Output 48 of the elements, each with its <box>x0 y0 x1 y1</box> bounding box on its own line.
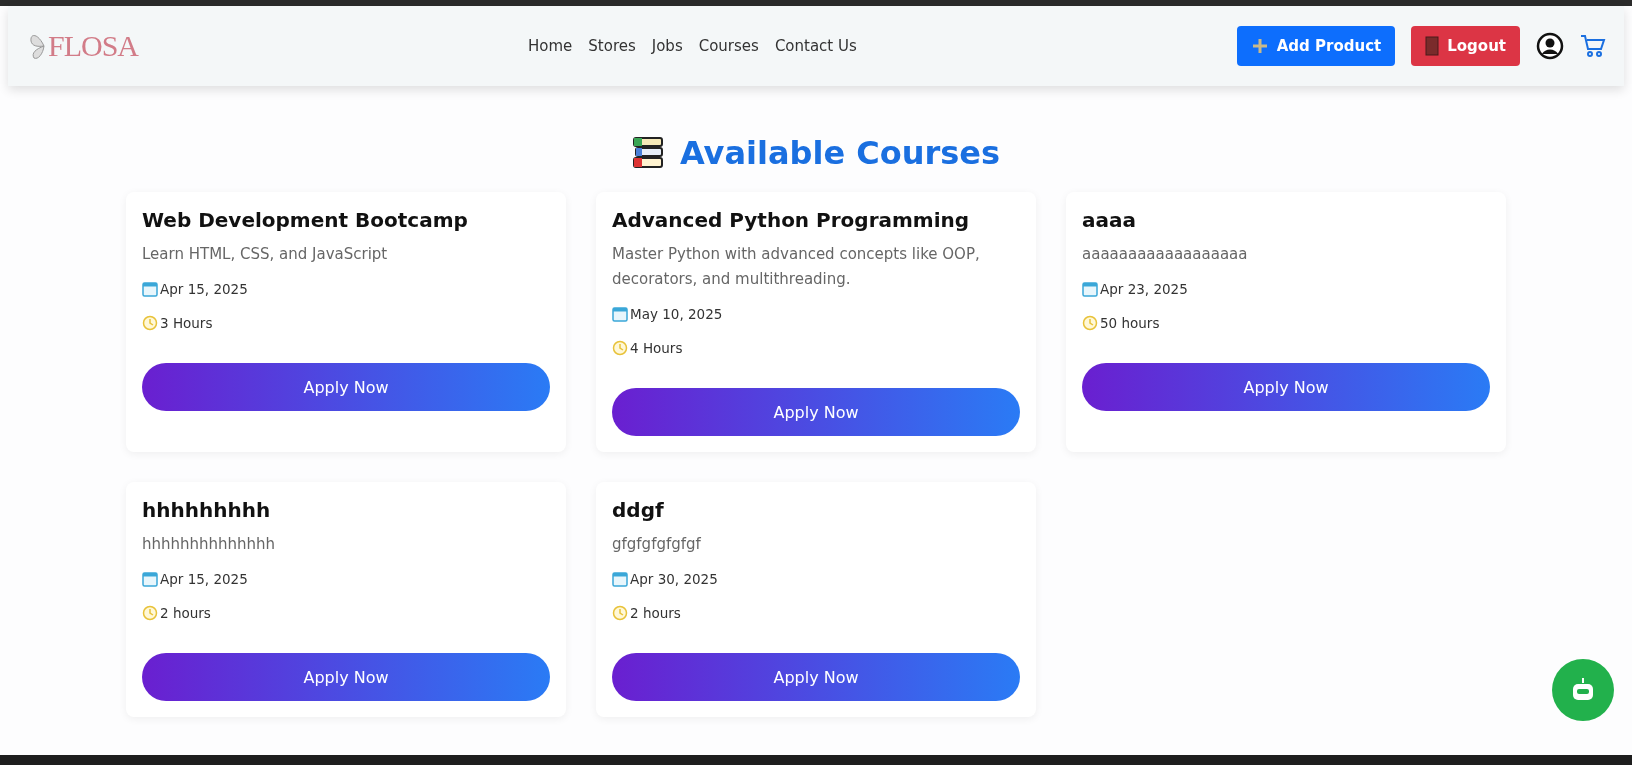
apply-button[interactable]: Apply Now <box>1082 363 1490 411</box>
course-title: Advanced Python Programming <box>612 208 971 232</box>
course-date: Apr 30, 2025 <box>630 571 718 587</box>
course-title: hhhhhhhhh <box>142 498 272 522</box>
clock-icon <box>142 605 158 621</box>
nav-link[interactable]: Contact Us <box>774 37 857 55</box>
course-date: May 10, 2025 <box>630 306 723 322</box>
books-icon <box>631 136 666 170</box>
calendar-icon <box>142 571 158 587</box>
course-date: Apr 15, 2025 <box>160 571 248 587</box>
course-description: gfgfgfgfgfgf <box>612 534 702 555</box>
course-duration: 3 Hours <box>160 315 213 331</box>
clock-icon <box>612 605 628 621</box>
apply-button[interactable]: Apply Now <box>612 388 1020 436</box>
nav-link[interactable]: Home <box>528 37 573 55</box>
course-title: Web Development Bootcamp <box>142 208 469 232</box>
course-description: hhhhhhhhhhhhhh <box>142 534 277 555</box>
course-date: Apr 23, 2025 <box>1100 281 1188 297</box>
calendar-icon <box>142 281 158 297</box>
apply-button[interactable]: Apply Now <box>612 653 1020 701</box>
nav-link[interactable]: Jobs <box>651 37 683 55</box>
user-avatar-icon[interactable] <box>1536 32 1564 60</box>
door-icon <box>1425 36 1440 56</box>
clock-icon <box>1082 315 1098 331</box>
course-title: ddgf <box>612 498 665 522</box>
clock-icon <box>612 340 628 356</box>
course-duration: 2 hours <box>160 605 211 621</box>
calendar-icon <box>612 306 628 322</box>
course-title: aaaa <box>1082 208 1137 232</box>
course-duration: 50 hours <box>1100 315 1160 331</box>
calendar-icon <box>612 571 628 587</box>
course-duration: 4 Hours <box>630 340 683 356</box>
course-description: Learn HTML, CSS, and JavaScript <box>142 244 389 265</box>
calendar-icon <box>1082 281 1098 297</box>
plus-icon <box>1250 37 1269 55</box>
clock-icon <box>142 315 158 331</box>
page-heading: Available Courses <box>679 134 1001 172</box>
course-date: Apr 15, 2025 <box>160 281 248 297</box>
apply-button[interactable]: Apply Now <box>142 653 550 701</box>
apply-button[interactable]: Apply Now <box>142 363 550 411</box>
course-description: aaaaaaaaaaaaaaaaaa <box>1082 244 1249 265</box>
nav-link[interactable]: Stores <box>588 37 636 55</box>
add-product-button[interactable]: Add Product <box>1236 26 1396 66</box>
course-duration: 2 hours <box>630 605 681 621</box>
cart-icon[interactable] <box>1580 33 1606 59</box>
logout-button[interactable]: Logout <box>1411 26 1520 66</box>
course-description: Master Python with advanced concepts like OOP, decorators, and multithreading. <box>612 244 981 290</box>
nav-link[interactable]: Courses <box>698 37 759 55</box>
